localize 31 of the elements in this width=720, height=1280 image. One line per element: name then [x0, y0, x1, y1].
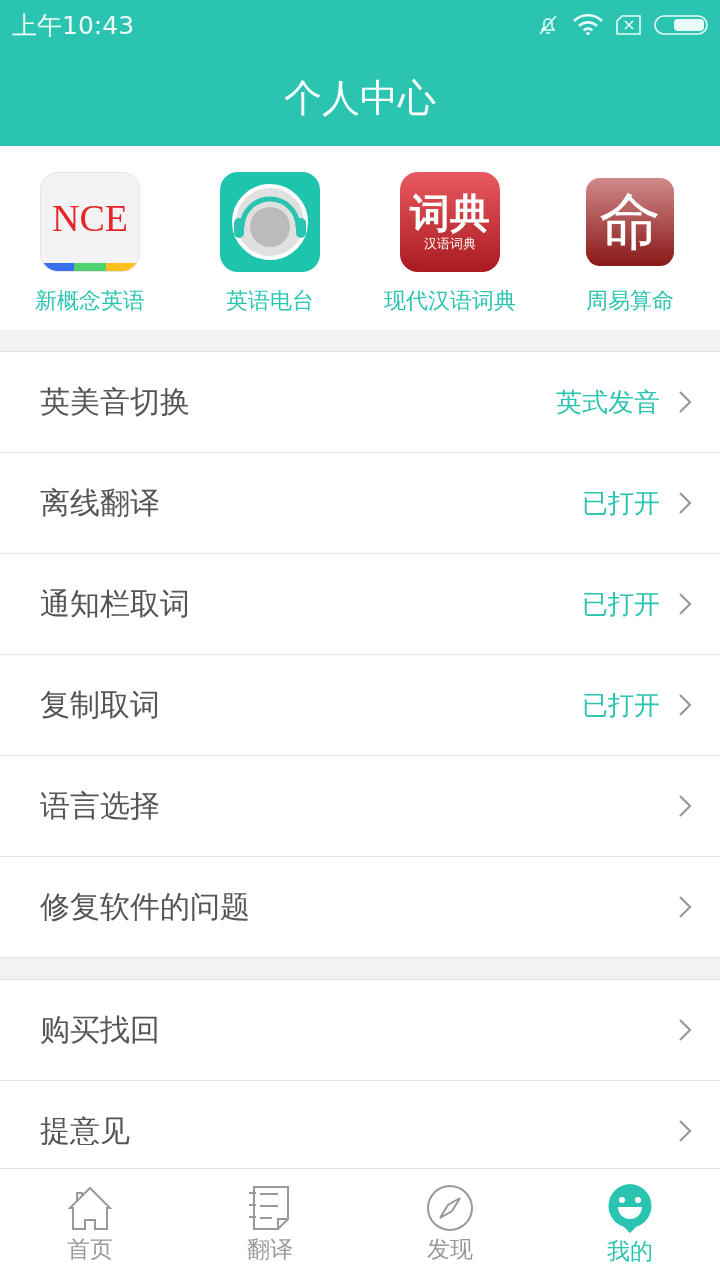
app-icon[interactable]: NCE — [40, 172, 140, 272]
chevron-icon — [678, 390, 692, 414]
chevron-icon — [678, 794, 692, 818]
no-sim-icon — [616, 15, 642, 35]
chevron-icon — [678, 491, 692, 515]
wifi-icon — [572, 14, 604, 36]
compass-icon — [426, 1184, 474, 1232]
headphones-app-icon[interactable] — [220, 172, 320, 272]
settings-row[interactable]: 语言选择 — [0, 756, 720, 857]
chevron-icon — [678, 592, 692, 616]
battery-icon — [654, 14, 708, 36]
settings-row[interactable]: 英美音切换 英式发音 — [0, 352, 720, 453]
settings-row[interactable]: 离线翻译 已打开 — [0, 453, 720, 554]
home-icon — [66, 1184, 114, 1232]
chevron-icon — [678, 895, 692, 919]
chevron-icon — [678, 693, 692, 717]
settings-row[interactable]: 购买找回 — [0, 980, 720, 1081]
app-icon[interactable]: 词典 汉语词典 — [400, 172, 500, 272]
chevron-icon — [678, 1119, 692, 1143]
settings-row[interactable]: 修复软件的问题 — [0, 857, 720, 958]
tab[interactable]: 首页 — [0, 1169, 180, 1280]
chevron-icon — [678, 1018, 692, 1042]
app-icon[interactable]: 命 — [586, 178, 674, 266]
page-title: 个人中心 — [284, 74, 436, 122]
bell-off-icon — [536, 13, 560, 37]
smiley-icon — [606, 1182, 654, 1234]
tab[interactable]: 翻译 — [180, 1169, 360, 1280]
tab[interactable]: 发现 — [360, 1169, 540, 1280]
settings-row[interactable]: 通知栏取词 已打开 — [0, 554, 720, 655]
settings-row[interactable]: 复制取词 已打开 — [0, 655, 720, 756]
status-time: 上午10:43 — [12, 9, 135, 42]
